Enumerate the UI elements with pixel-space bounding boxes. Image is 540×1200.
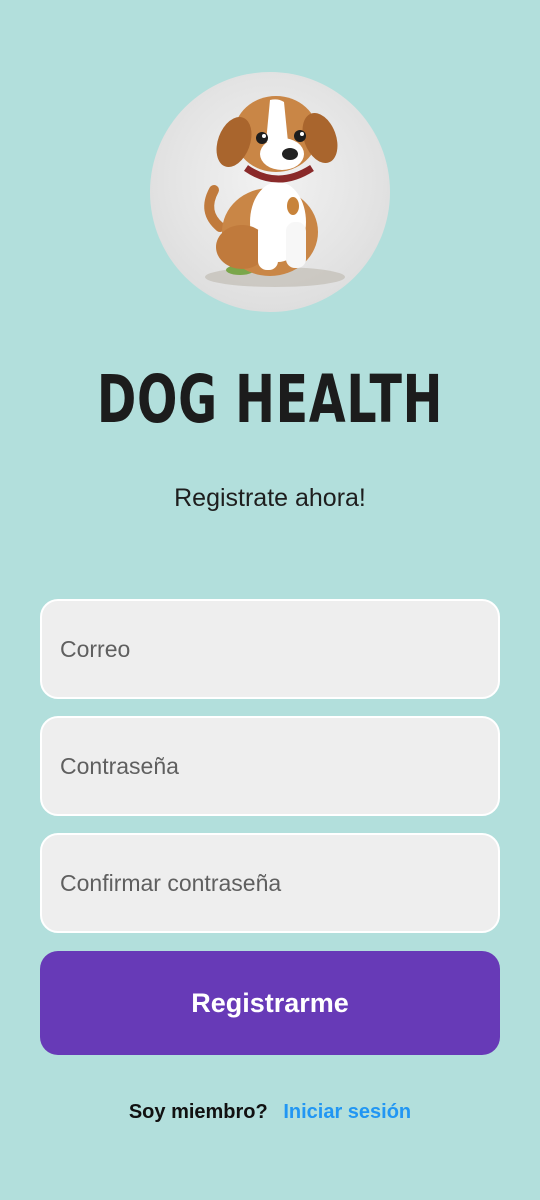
password-field[interactable]: [40, 716, 500, 816]
confirm-password-field[interactable]: [40, 833, 500, 933]
login-prompt: Soy miembro? Iniciar sesión: [0, 1098, 540, 1126]
email-field[interactable]: [40, 599, 500, 699]
page-subtitle: Registrate ahora!: [174, 484, 366, 512]
register-button[interactable]: Registrarme: [40, 951, 500, 1055]
member-question: Soy miembro?: [128, 1101, 268, 1123]
app-title: DOG HEALTH: [96, 361, 444, 438]
dog-avatar: [150, 72, 390, 312]
dog-icon: [204, 96, 345, 287]
login-link[interactable]: Iniciar sesión: [283, 1101, 411, 1123]
